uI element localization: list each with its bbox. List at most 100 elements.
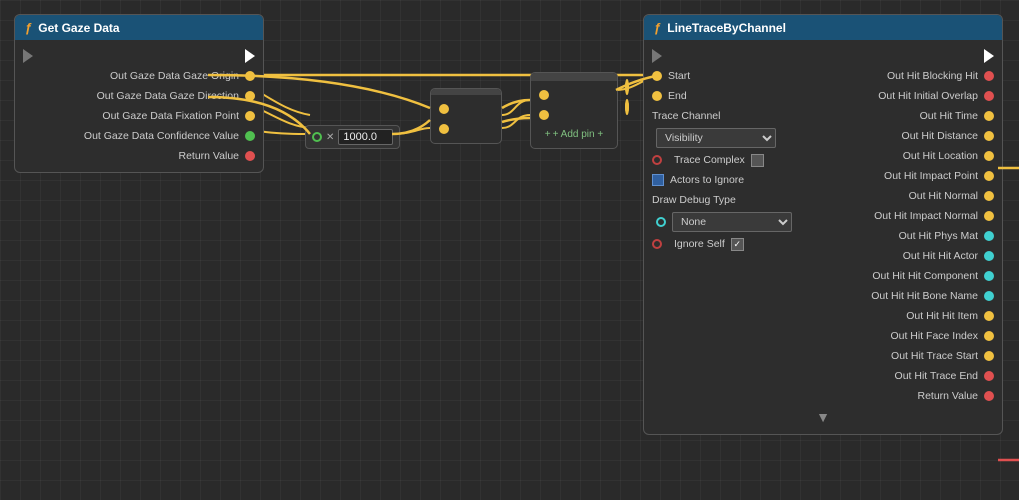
add-pin-label[interactable]: + Add pin + xyxy=(553,129,604,140)
impact-normal-row: Out Hit Impact Normal xyxy=(823,206,1002,226)
hit-normal-label: Out Hit Normal xyxy=(909,190,978,202)
impact-normal-pin[interactable] xyxy=(984,211,994,221)
end-in-pin[interactable] xyxy=(652,91,662,101)
face-index-row: Out Hit Face Index xyxy=(823,326,1002,346)
exec-out-trace[interactable] xyxy=(984,49,994,63)
multiply-node xyxy=(430,88,502,144)
exec-in-row xyxy=(15,46,263,66)
actors-label: Actors to Ignore xyxy=(670,174,744,186)
impact-point-pin[interactable] xyxy=(984,171,994,181)
trace-end-label: Out Hit Trace End xyxy=(895,370,978,382)
initial-overlap-row: Out Hit Initial Overlap xyxy=(823,86,1002,106)
blocking-hit-pin[interactable] xyxy=(984,71,994,81)
return-row-gaze: Return Value xyxy=(15,146,263,166)
trace-channel-dropdown[interactable]: Visibility Camera xyxy=(656,128,776,148)
addpin-in1-row xyxy=(531,85,617,105)
trace-complex-checkbox[interactable] xyxy=(751,154,764,167)
face-index-label: Out Hit Face Index xyxy=(890,330,978,342)
impact-point-row: Out Hit Impact Point xyxy=(823,166,1002,186)
hit-item-pin[interactable] xyxy=(984,311,994,321)
scroll-down[interactable]: ▼ xyxy=(644,406,1002,428)
initial-overlap-pin[interactable] xyxy=(984,91,994,101)
fixation-point-pin[interactable] xyxy=(245,111,255,121)
impact-normal-label: Out Hit Impact Normal xyxy=(874,210,978,222)
phys-mat-label: Out Hit Phys Mat xyxy=(899,230,978,242)
trace-end-pin[interactable] xyxy=(984,371,994,381)
hit-distance-row: Out Hit Distance xyxy=(823,126,1002,146)
addpin-out2-dot[interactable] xyxy=(625,99,629,115)
addpin-out-dot[interactable] xyxy=(625,79,629,95)
exec-out-pin[interactable] xyxy=(245,49,255,63)
get-gaze-data-node: ƒ Get Gaze Data Out Gaze Data Gaze Origi… xyxy=(14,14,264,173)
face-index-pin[interactable] xyxy=(984,331,994,341)
hit-time-row: Out Hit Time xyxy=(823,106,1002,126)
phys-mat-row: Out Hit Phys Mat xyxy=(823,226,1002,246)
hit-component-pin[interactable] xyxy=(984,271,994,281)
draw-debug-dropdown[interactable]: None ForOneFrame ForDuration Persistent xyxy=(672,212,792,232)
initial-overlap-label: Out Hit Initial Overlap xyxy=(878,90,978,102)
confidence-row: Out Gaze Data Confidence Value xyxy=(15,126,263,146)
line-trace-body: Start End Trace Channel Visibility Camer… xyxy=(644,40,1002,434)
get-gaze-data-body: Out Gaze Data Gaze Origin Out Gaze Data … xyxy=(15,40,263,172)
trace-complex-label: Trace Complex xyxy=(674,154,745,166)
addpin-in1-pin[interactable] xyxy=(539,90,549,100)
fixation-point-row: Out Gaze Data Fixation Point xyxy=(15,106,263,126)
hit-distance-label: Out Hit Distance xyxy=(902,130,978,142)
exec-in-pin[interactable] xyxy=(23,49,33,63)
bone-name-pin[interactable] xyxy=(984,291,994,301)
return-pin-trace[interactable] xyxy=(984,391,994,401)
hit-time-pin[interactable] xyxy=(984,111,994,121)
trace-complex-pin[interactable] xyxy=(652,155,662,165)
add-pin-label-row[interactable]: + + Add pin + xyxy=(531,125,617,144)
confidence-label: Out Gaze Data Confidence Value xyxy=(84,130,239,142)
mult-in2-pin[interactable] xyxy=(439,124,449,134)
ignore-self-label: Ignore Self xyxy=(674,238,725,250)
hit-item-row: Out Hit Hit Item xyxy=(823,306,1002,326)
confidence-pin[interactable] xyxy=(245,131,255,141)
addpin-in2-pin[interactable] xyxy=(539,110,549,120)
return-row-trace: Return Value xyxy=(823,386,1002,406)
ignore-self-pin[interactable] xyxy=(652,239,662,249)
gaze-origin-row: Out Gaze Data Gaze Origin xyxy=(15,66,263,86)
mult-in1-pin[interactable] xyxy=(439,104,449,114)
line-trace-title: LineTraceByChannel xyxy=(667,21,786,35)
ignore-self-row: Ignore Self ✓ xyxy=(644,234,823,254)
plus-icon: + xyxy=(545,129,551,140)
impact-point-label: Out Hit Impact Point xyxy=(884,170,978,182)
addpin-out-pin[interactable] xyxy=(625,81,629,93)
mult-in2-row xyxy=(431,119,501,139)
hit-normal-pin[interactable] xyxy=(984,191,994,201)
hit-location-row: Out Hit Location xyxy=(823,146,1002,166)
phys-mat-pin[interactable] xyxy=(984,231,994,241)
x-icon: ✕ xyxy=(326,132,334,143)
value-in-pin[interactable] xyxy=(312,132,322,142)
start-in-pin[interactable] xyxy=(652,71,662,81)
hit-actor-label: Out Hit Hit Actor xyxy=(903,250,978,262)
start-row: Start xyxy=(644,66,823,86)
exec-row-trace xyxy=(644,46,1002,66)
trace-start-pin[interactable] xyxy=(984,351,994,361)
hit-distance-pin[interactable] xyxy=(984,131,994,141)
return-label-gaze: Return Value xyxy=(178,150,239,162)
hit-location-pin[interactable] xyxy=(984,151,994,161)
start-label: Start xyxy=(668,70,690,82)
exec-in-trace[interactable] xyxy=(652,49,662,63)
value-input-field[interactable] xyxy=(338,129,393,145)
draw-debug-pin[interactable] xyxy=(656,217,666,227)
return-pin-gaze[interactable] xyxy=(245,151,255,161)
ignore-self-checkbox[interactable]: ✓ xyxy=(731,238,744,251)
add-pin-body: + + Add pin + xyxy=(531,81,617,148)
hit-actor-pin[interactable] xyxy=(984,251,994,261)
gaze-direction-row: Out Gaze Data Gaze Direction xyxy=(15,86,263,106)
gaze-origin-pin[interactable] xyxy=(245,71,255,81)
addpin-out2-pin[interactable] xyxy=(625,101,629,113)
trace-complex-row: Trace Complex xyxy=(644,150,823,170)
end-label: End xyxy=(668,90,687,102)
bone-name-row: Out Hit Hit Bone Name xyxy=(823,286,1002,306)
node-title: Get Gaze Data xyxy=(38,21,119,35)
trace-start-row: Out Hit Trace Start xyxy=(823,346,1002,366)
actors-icon xyxy=(652,174,664,186)
gaze-direction-pin[interactable] xyxy=(245,91,255,101)
line-trace-node: ƒ LineTraceByChannel Start End Trace Ch xyxy=(643,14,1003,435)
addpin-in2-row xyxy=(531,105,617,125)
